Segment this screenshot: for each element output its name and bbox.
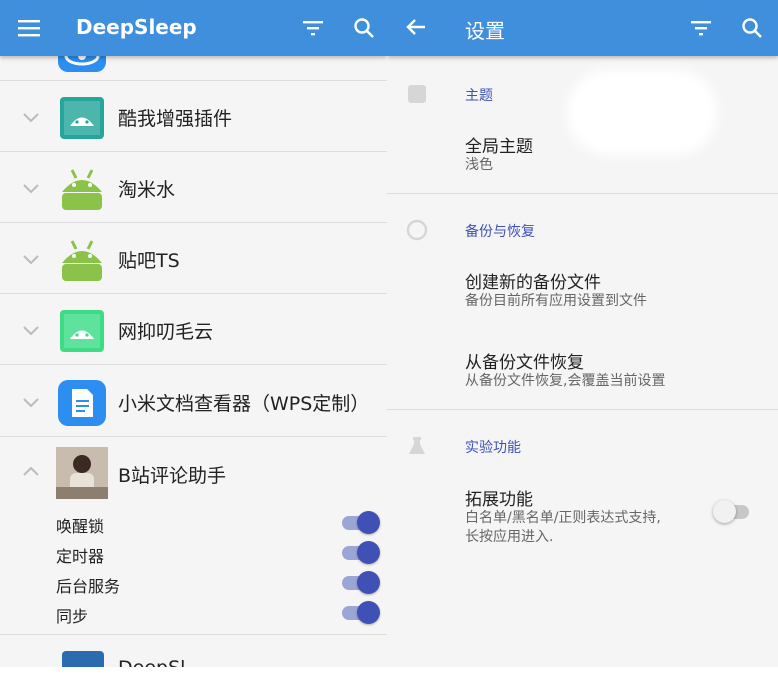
global-theme-title[interactable]: 全局主题 (465, 132, 533, 157)
list-item[interactable]: 贴吧TS (0, 223, 387, 294)
option-label: 定时器 (56, 547, 105, 566)
global-theme-value: 浅色 (465, 157, 493, 173)
option-label: 后台服务 (56, 577, 121, 596)
list-item[interactable]: 小米文档查看器（WPS定制） (0, 366, 387, 437)
restore-backup-subtitle: 从备份文件恢复,会覆盖当前设置 (465, 373, 666, 389)
backup-icon (405, 218, 429, 242)
sync-toggle[interactable] (340, 601, 380, 625)
gear-icon (62, 651, 104, 667)
extension-title[interactable]: 拓展功能 (465, 485, 533, 510)
back-arrow-icon[interactable] (403, 14, 429, 40)
search-icon[interactable] (351, 15, 377, 41)
app-name: 贴吧TS (118, 250, 180, 272)
app-name: 小米文档查看器（WPS定制） (118, 393, 370, 415)
app-name: 淘米水 (118, 179, 176, 201)
app-bar: 设置 (387, 0, 778, 56)
palette-icon (405, 82, 429, 106)
create-backup-subtitle: 备份目前所有应用设置到文件 (465, 293, 647, 309)
create-backup-title[interactable]: 创建新的备份文件 (465, 268, 601, 293)
page-title: 设置 (465, 19, 505, 43)
app-icon-photo (56, 447, 108, 499)
list-item[interactable]: 网抑叨毛云 (0, 294, 387, 365)
chevron-down-icon[interactable] (20, 106, 42, 128)
restore-backup-title[interactable]: 从备份文件恢复 (465, 348, 584, 373)
divider (387, 193, 778, 194)
list-item[interactable]: 酷我增强插件 (0, 81, 387, 152)
app-bar: DeepSleep (0, 0, 387, 56)
chevron-down-icon[interactable] (20, 391, 42, 413)
extension-toggle[interactable] (713, 500, 753, 524)
android-icon (58, 237, 106, 283)
list-item[interactable]: 淘米水 (0, 152, 387, 223)
filter-icon[interactable] (300, 15, 326, 41)
list-item-partial[interactable]: DeepSl (0, 635, 387, 667)
app-name: DeepSl (118, 657, 185, 667)
app-list-screen: DeepSleep 酷我增强插件 淘米水 贴吧TS 网抑叨毛云 小米文档查看器（… (0, 0, 387, 667)
android-icon (58, 308, 106, 354)
app-name: B站评论助手 (118, 465, 227, 487)
option-label: 同步 (56, 607, 89, 626)
app-name: 网抑叨毛云 (118, 321, 214, 343)
menu-icon[interactable] (16, 15, 42, 41)
expanded-list-item: B站评论助手 唤醒锁 定时器 后台服务 同步 (0, 437, 387, 635)
lab-icon (405, 434, 429, 458)
app-title: DeepSleep (76, 15, 197, 39)
settings-screen: 设置 主题 全局主题 浅色 备份与恢复 创建新的备份文件 备份目前所有应用设置到… (387, 0, 778, 667)
app-name: 酷我增强插件 (118, 108, 233, 130)
timer-toggle[interactable] (340, 541, 380, 565)
extension-subtitle-line2: 长按应用进入. (465, 529, 554, 545)
redacted-area (567, 70, 717, 155)
divider (387, 409, 778, 410)
android-icon (58, 95, 106, 141)
chevron-down-icon[interactable] (20, 248, 42, 270)
section-header-theme: 主题 (465, 88, 493, 104)
wakelock-toggle[interactable] (340, 511, 380, 535)
background-service-toggle[interactable] (340, 571, 380, 595)
section-header-backup: 备份与恢复 (465, 224, 535, 240)
bottom-edge (0, 667, 778, 677)
android-icon (58, 166, 106, 212)
extension-subtitle-line1: 白名单/黑名单/正则表达式支持, (465, 510, 661, 526)
chevron-down-icon[interactable] (20, 319, 42, 341)
option-label: 唤醒锁 (56, 517, 105, 536)
document-icon (58, 380, 106, 426)
search-icon[interactable] (739, 15, 765, 41)
filter-icon[interactable] (688, 15, 714, 41)
chevron-down-icon[interactable] (20, 177, 42, 199)
chevron-up-icon[interactable] (20, 461, 42, 483)
section-header-experimental: 实验功能 (465, 440, 521, 456)
